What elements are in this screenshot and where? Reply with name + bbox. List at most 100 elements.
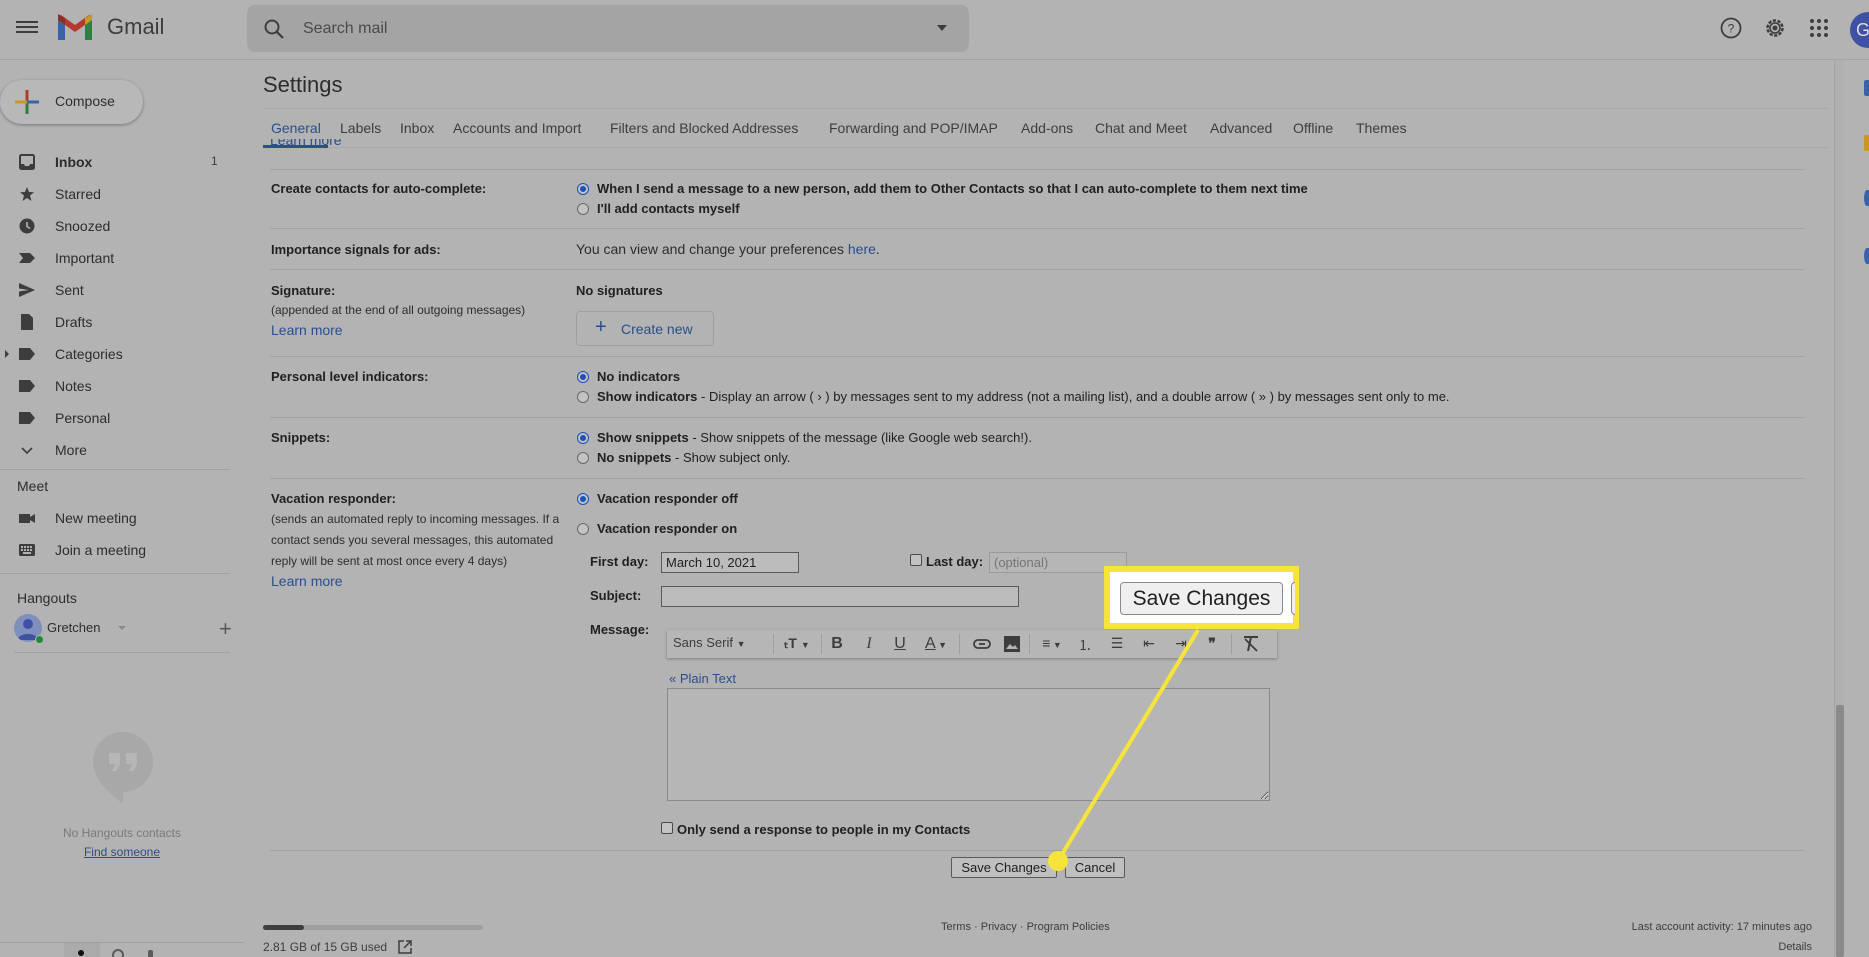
show-indicators-radio[interactable] <box>577 391 589 403</box>
font-size-icon[interactable]: ₜT ▼ <box>779 635 815 653</box>
settings-icon[interactable] <box>1763 16 1787 40</box>
indent-more-icon[interactable]: ⇥ <box>1171 635 1191 653</box>
remove-formatting-icon[interactable] <box>1241 635 1261 653</box>
new-meeting-item[interactable]: New meeting <box>0 502 230 534</box>
underline-icon[interactable]: U <box>890 635 910 653</box>
plain-text-link[interactable]: « Plain Text <box>669 671 736 686</box>
subject-input[interactable] <box>661 586 1019 607</box>
expand-arrow-icon[interactable] <box>5 350 9 358</box>
first-day-label: First day: <box>590 554 649 569</box>
image-icon[interactable] <box>1003 635 1021 653</box>
gmail-logo-icon[interactable] <box>56 14 94 42</box>
compose-button[interactable]: Compose <box>0 80 143 124</box>
italic-icon[interactable]: I <box>859 635 879 653</box>
auto-complete-radio-manual[interactable] <box>577 203 589 215</box>
quote-icon[interactable]: ❞ <box>1202 635 1222 653</box>
last-day-checkbox[interactable] <box>910 554 922 566</box>
tab-general[interactable]: General <box>271 120 321 136</box>
details-link[interactable]: Details <box>1778 941 1812 953</box>
add-contact-icon[interactable]: + <box>219 616 232 642</box>
tab-forwarding-and-pop-imap[interactable]: Forwarding and POP/IMAP <box>829 120 998 136</box>
link-icon[interactable] <box>972 635 992 653</box>
account-avatar[interactable]: G <box>1850 12 1869 48</box>
text-color-icon[interactable]: A ▼ <box>921 635 951 653</box>
tasks-addon-icon[interactable] <box>1864 190 1869 206</box>
save-changes-button[interactable]: Save Changes <box>951 857 1057 878</box>
tab-offline[interactable]: Offline <box>1293 120 1333 136</box>
callout-save-changes-button[interactable]: Save Changes <box>1120 582 1283 615</box>
sidebar-item-personal[interactable]: Personal <box>0 402 230 434</box>
no-indicators-option: No indicators <box>597 369 681 384</box>
sidebar-item-notes[interactable]: Notes <box>0 370 230 402</box>
scrollbar-thumb[interactable] <box>1836 705 1844 957</box>
join-meeting-item[interactable]: Join a meeting <box>0 534 230 566</box>
phone-tab-icon[interactable] <box>148 950 153 957</box>
top-bar: Gmail ? G <box>0 0 1869 60</box>
sidebar-item-sent[interactable]: Sent <box>0 274 230 306</box>
no-indicators-radio[interactable] <box>577 371 589 383</box>
ads-preferences-link[interactable]: here <box>848 241 876 257</box>
scrollbar[interactable] <box>1834 60 1844 957</box>
search-input[interactable] <box>303 5 903 52</box>
tab-accounts-and-import[interactable]: Accounts and Import <box>453 120 581 136</box>
vacation-message-editor[interactable] <box>667 688 1270 801</box>
settings-tabs: General Labels Inbox Accounts and Import… <box>263 108 1828 148</box>
hangouts-heading: Hangouts <box>17 590 77 606</box>
vacation-description-line-3: reply will be sent at most once every 4 … <box>271 554 508 568</box>
indent-less-icon[interactable]: ⇤ <box>1139 635 1159 653</box>
tab-inbox[interactable]: Inbox <box>400 120 434 136</box>
no-snippets-radio[interactable] <box>577 452 589 464</box>
tab-chat-and-meet[interactable]: Chat and Meet <box>1095 120 1187 136</box>
sidebar-item-more[interactable]: More <box>0 434 230 466</box>
main-menu-icon[interactable] <box>16 18 38 36</box>
status-dropdown-icon[interactable] <box>118 626 126 630</box>
sidebar-item-drafts[interactable]: Drafts <box>0 306 230 338</box>
terms-link[interactable]: Terms <box>941 921 971 933</box>
keep-addon-icon[interactable] <box>1864 135 1869 151</box>
tab-add-ons[interactable]: Add-ons <box>1021 120 1073 136</box>
find-someone-link[interactable]: Find someone <box>0 845 244 859</box>
first-day-input[interactable] <box>661 552 799 573</box>
person-tab-icon <box>78 950 84 956</box>
vacation-description-line-1: (sends an automated reply to incoming me… <box>271 512 560 526</box>
tab-advanced[interactable]: Advanced <box>1210 120 1272 136</box>
ads-text: You can view and change your preferences <box>576 241 848 257</box>
hangouts-user[interactable]: Gretchen + <box>14 614 234 644</box>
apps-icon[interactable] <box>1807 16 1831 40</box>
contacts-tab[interactable] <box>64 943 100 957</box>
numbered-list-icon[interactable]: ⒈ <box>1075 635 1095 653</box>
tab-themes[interactable]: Themes <box>1356 120 1407 136</box>
chat-tab-icon[interactable] <box>112 949 124 957</box>
sidebar-item-categories[interactable]: Categories <box>0 338 230 370</box>
sidebar-nav: Inbox 1 Starred Snoozed Important Sent D… <box>0 146 230 466</box>
search-icon[interactable] <box>263 18 285 40</box>
search-options-icon[interactable] <box>937 25 947 31</box>
sidebar-item-important[interactable]: Important <box>0 242 230 274</box>
vacation-off-radio[interactable] <box>577 493 589 505</box>
search-bar[interactable] <box>247 5 969 52</box>
show-snippets-radio[interactable] <box>577 432 589 444</box>
contacts-addon-icon[interactable] <box>1864 248 1869 264</box>
privacy-link[interactable]: Privacy <box>981 921 1017 933</box>
cancel-button[interactable]: Cancel <box>1065 857 1125 878</box>
font-family-select[interactable]: Sans Serif ▼ <box>673 635 747 653</box>
bold-icon[interactable]: B <box>827 635 847 653</box>
create-signature-button[interactable]: + Create new <box>576 311 714 346</box>
contacts-only-checkbox[interactable] <box>661 822 673 834</box>
bulleted-list-icon[interactable]: ☰ <box>1107 635 1127 653</box>
sidebar-item-snoozed[interactable]: Snoozed <box>0 210 230 242</box>
sidebar-item-starred[interactable]: Starred <box>0 178 230 210</box>
vacation-learn-more-link[interactable]: Learn more <box>271 573 343 589</box>
tab-labels[interactable]: Labels <box>340 120 381 136</box>
align-icon[interactable]: ≡ ▼ <box>1037 635 1067 653</box>
calendar-addon-icon[interactable] <box>1864 80 1869 96</box>
help-icon[interactable]: ? <box>1719 16 1743 40</box>
sidebar-item-inbox[interactable]: Inbox 1 <box>0 146 230 178</box>
learn-more-link-cutoff[interactable]: Learn more <box>270 139 342 148</box>
auto-complete-radio-add-others[interactable] <box>577 183 589 195</box>
vacation-on-radio[interactable] <box>577 523 589 535</box>
open-in-new-icon[interactable] <box>398 940 413 954</box>
signature-learn-more-link[interactable]: Learn more <box>271 322 343 338</box>
tab-filters-and-blocked-addresses[interactable]: Filters and Blocked Addresses <box>610 120 798 136</box>
program-policies-link[interactable]: Program Policies <box>1027 921 1110 933</box>
